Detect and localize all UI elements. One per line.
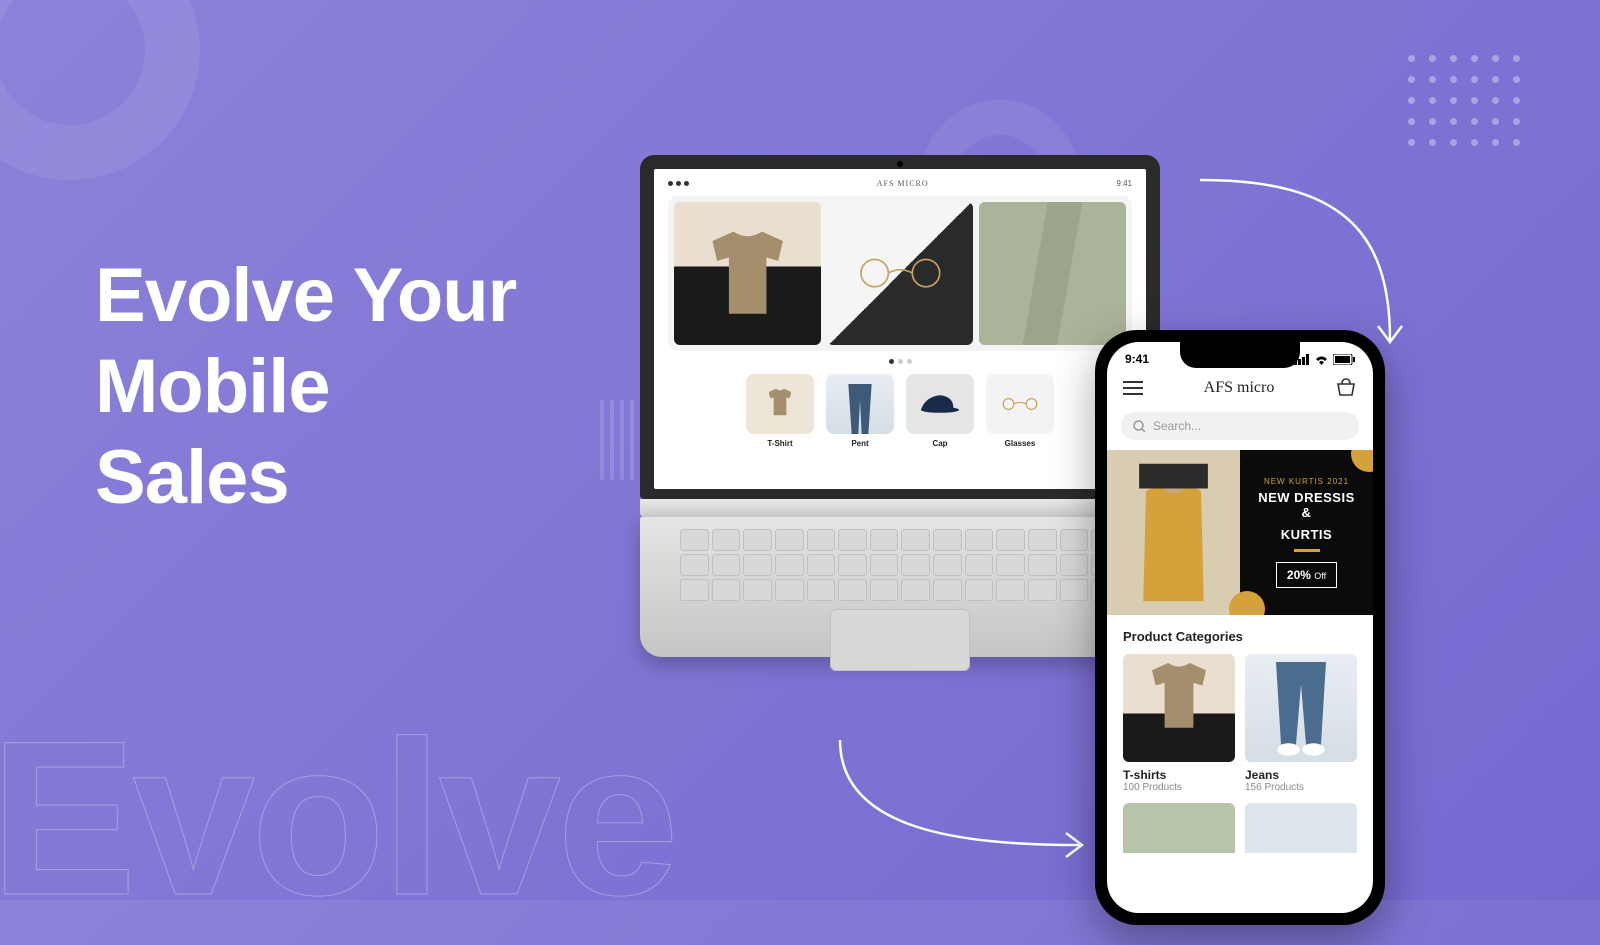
menu-icon[interactable] [1123, 381, 1143, 395]
cart-icon[interactable] [1335, 378, 1357, 398]
laptop-mockup: AFS MICRO 9:41 T-Shirt [640, 155, 1160, 657]
section-heading: Product Categories [1107, 615, 1373, 654]
category-card[interactable] [1245, 803, 1357, 853]
webcam-icon [897, 161, 903, 167]
category-card[interactable]: T-Shirt [746, 374, 814, 448]
banner-title: NEW DRESSIS & [1252, 490, 1361, 520]
category-label: Pent [826, 439, 894, 448]
banner-image [1107, 450, 1240, 615]
search-input[interactable]: Search... [1121, 412, 1359, 440]
category-card[interactable]: Cap [906, 374, 974, 448]
category-label: T-Shirt [746, 439, 814, 448]
category-name: Jeans [1245, 768, 1357, 782]
decor-outline-text: Evolve [0, 692, 675, 945]
laptop-keyboard [640, 517, 1160, 657]
laptop-screen: AFS MICRO 9:41 T-Shirt [654, 169, 1146, 489]
category-card[interactable]: T-shirts 100 Products [1123, 654, 1235, 793]
banner-divider [1294, 549, 1320, 552]
trackpad [830, 609, 970, 671]
hero-slide-tshirt [674, 202, 821, 345]
discount-badge: 20% Off [1276, 562, 1337, 588]
clock: 9:41 [1125, 352, 1149, 366]
category-label: Glasses [986, 439, 1054, 448]
battery-icon [1333, 354, 1355, 365]
category-card[interactable] [1123, 803, 1235, 853]
headline-line2: Mobile [95, 341, 516, 432]
category-card[interactable]: Jeans 156 Products [1245, 654, 1357, 793]
site-brand: AFS MICRO [877, 179, 929, 188]
app-brand: AFS micro [1204, 379, 1275, 397]
category-card[interactable]: Glasses [986, 374, 1054, 448]
clock: 9:41 [1116, 179, 1132, 188]
category-card[interactable]: Pent [826, 374, 894, 448]
hero-slide-dress [979, 202, 1126, 345]
banner-kicker: NEW KURTIS 2021 [1264, 477, 1349, 486]
hero-slide-glasses [827, 202, 974, 345]
hero-carousel[interactable] [668, 196, 1132, 351]
arrow-icon [820, 730, 1100, 860]
carousel-pager[interactable] [668, 359, 1132, 364]
category-name: T-shirts [1123, 768, 1235, 782]
phone-mockup: 9:41 AFS micro Search... NEW KURTIS 2021… [1095, 330, 1385, 925]
hero-headline: Evolve Your Mobile Sales [95, 250, 516, 524]
decor-ring [0, 0, 200, 180]
search-icon [1133, 420, 1146, 433]
category-count: 100 Products [1123, 782, 1235, 793]
decor-dot-grid [1408, 55, 1520, 146]
banner-title: KURTIS [1281, 527, 1332, 542]
headline-line1: Evolve Your [95, 250, 516, 341]
headline-line3: Sales [95, 432, 516, 523]
promo-banner[interactable]: NEW KURTIS 2021 NEW DRESSIS & KURTIS 20%… [1107, 450, 1373, 615]
window-controls-icon [668, 181, 689, 186]
category-count: 156 Products [1245, 782, 1357, 793]
category-label: Cap [906, 439, 974, 448]
phone-notch [1180, 342, 1300, 368]
wifi-icon [1314, 354, 1329, 365]
search-placeholder: Search... [1153, 419, 1201, 433]
